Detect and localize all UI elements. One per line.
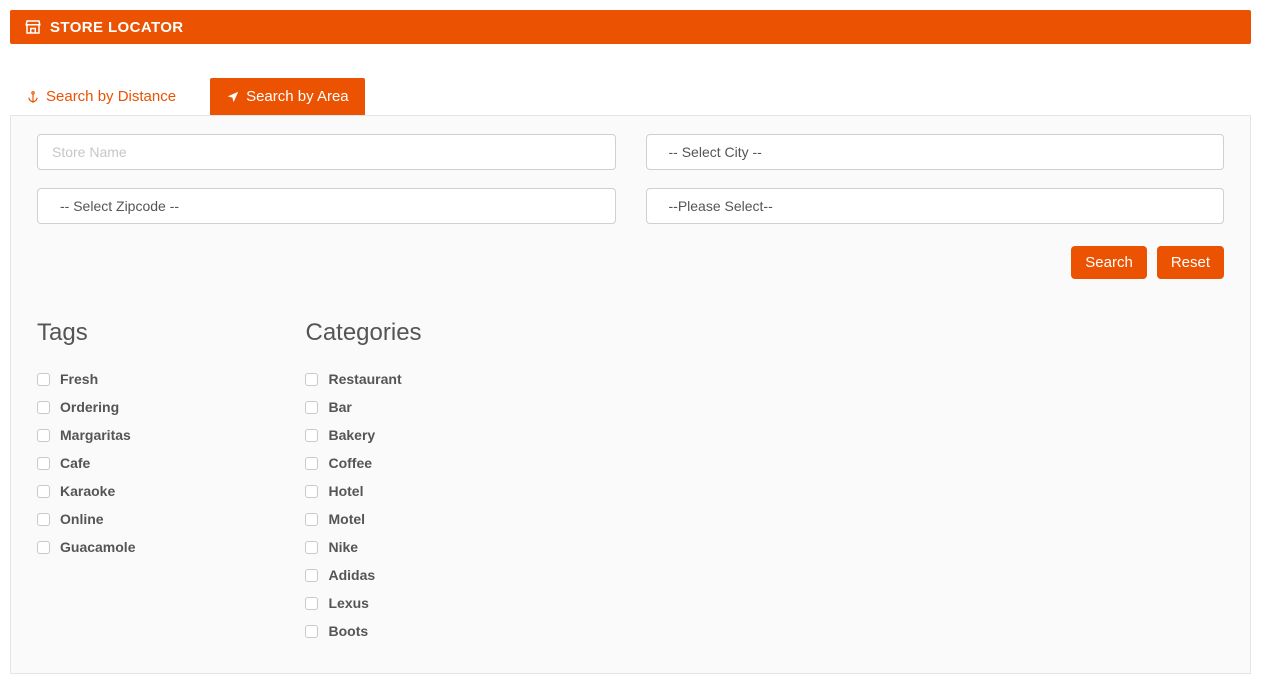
category-item: Coffee (305, 455, 421, 471)
category-item: Adidas (305, 567, 421, 583)
tab-search-distance[interactable]: Search by Distance (10, 78, 192, 115)
categories-list: Restaurant Bar Bakery Coffee Hotel Motel Nike A… (305, 371, 421, 639)
category-checkbox[interactable] (305, 513, 318, 526)
category-label[interactable]: Nike (328, 539, 358, 555)
location-arrow-icon (226, 90, 240, 104)
category-label[interactable]: Restaurant (328, 371, 401, 387)
category-checkbox[interactable] (305, 597, 318, 610)
page-title: STORE LOCATOR (50, 19, 184, 36)
store-name-input[interactable] (37, 134, 616, 170)
category-label[interactable]: Lexus (328, 595, 368, 611)
city-select[interactable]: -- Select City -- (646, 134, 1225, 170)
category-item: Boots (305, 623, 421, 639)
tags-column: Tags Fresh Ordering Margaritas Cafe Karaoke O… (37, 319, 135, 651)
categories-column: Categories Restaurant Bar Bakery Coffee Hote… (305, 319, 421, 651)
category-checkbox[interactable] (305, 429, 318, 442)
category-item: Nike (305, 539, 421, 555)
tag-item: Guacamole (37, 539, 135, 555)
filters-row: Tags Fresh Ordering Margaritas Cafe Karaoke O… (37, 319, 1224, 655)
category-checkbox[interactable] (305, 485, 318, 498)
category-label[interactable]: Motel (328, 511, 365, 527)
tag-label[interactable]: Fresh (60, 371, 98, 387)
tag-checkbox[interactable] (37, 457, 50, 470)
tag-checkbox[interactable] (37, 513, 50, 526)
category-item: Bar (305, 399, 421, 415)
tag-label[interactable]: Margaritas (60, 427, 131, 443)
generic-select[interactable]: --Please Select-- (646, 188, 1225, 224)
category-checkbox[interactable] (305, 541, 318, 554)
tag-item: Fresh (37, 371, 135, 387)
anchor-icon (26, 90, 40, 104)
search-panel: -- Select City -- -- Select Zipcode -- -… (10, 115, 1251, 674)
tag-checkbox[interactable] (37, 373, 50, 386)
reset-button[interactable]: Reset (1157, 246, 1224, 279)
category-label[interactable]: Bakery (328, 427, 375, 443)
category-checkbox[interactable] (305, 457, 318, 470)
tag-item: Karaoke (37, 483, 135, 499)
category-checkbox[interactable] (305, 625, 318, 638)
category-item: Hotel (305, 483, 421, 499)
tab-distance-label: Search by Distance (46, 88, 176, 105)
tag-item: Cafe (37, 455, 135, 471)
tabs: Search by Distance Search by Area (10, 78, 1251, 115)
category-checkbox[interactable] (305, 401, 318, 414)
tags-heading: Tags (37, 319, 135, 347)
tag-label[interactable]: Guacamole (60, 539, 135, 555)
category-item: Lexus (305, 595, 421, 611)
category-label[interactable]: Adidas (328, 567, 375, 583)
form-grid: -- Select City -- -- Select Zipcode -- -… (37, 134, 1224, 224)
category-label[interactable]: Hotel (328, 483, 363, 499)
search-button[interactable]: Search (1071, 246, 1147, 279)
tag-label[interactable]: Cafe (60, 455, 90, 471)
tag-checkbox[interactable] (37, 485, 50, 498)
category-label[interactable]: Coffee (328, 455, 372, 471)
category-item: Restaurant (305, 371, 421, 387)
category-label[interactable]: Boots (328, 623, 368, 639)
tag-checkbox[interactable] (37, 541, 50, 554)
tag-checkbox[interactable] (37, 429, 50, 442)
store-icon (24, 18, 42, 36)
tag-item: Online (37, 511, 135, 527)
page-header: STORE LOCATOR (10, 10, 1251, 44)
tab-search-area[interactable]: Search by Area (210, 78, 365, 115)
tag-label[interactable]: Karaoke (60, 483, 115, 499)
tab-area-label: Search by Area (246, 88, 349, 105)
tag-checkbox[interactable] (37, 401, 50, 414)
categories-heading: Categories (305, 319, 421, 347)
category-checkbox[interactable] (305, 373, 318, 386)
tag-label[interactable]: Online (60, 511, 104, 527)
tags-list: Fresh Ordering Margaritas Cafe Karaoke Online… (37, 371, 135, 555)
zipcode-select[interactable]: -- Select Zipcode -- (37, 188, 616, 224)
category-label[interactable]: Bar (328, 399, 351, 415)
tag-item: Ordering (37, 399, 135, 415)
actions-row: Search Reset (37, 246, 1224, 279)
category-item: Bakery (305, 427, 421, 443)
category-checkbox[interactable] (305, 569, 318, 582)
tag-label[interactable]: Ordering (60, 399, 119, 415)
tag-item: Margaritas (37, 427, 135, 443)
category-item: Motel (305, 511, 421, 527)
